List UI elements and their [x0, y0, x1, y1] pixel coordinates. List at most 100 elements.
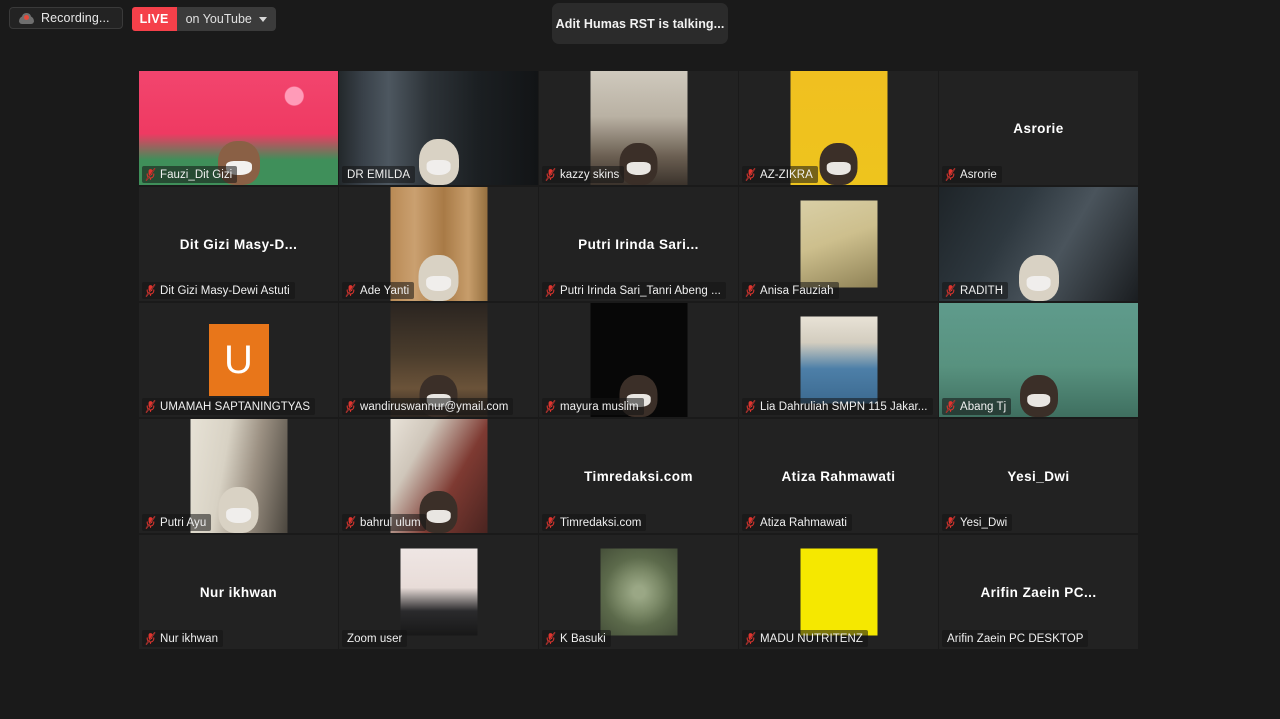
participant-gallery-grid: Fauzi_Dit Gizi DR EMILDA kazzy skins AZ-ZIK…: [139, 71, 1141, 650]
participant-name-bar: Ade Yanti: [342, 282, 414, 299]
video-frame: [600, 549, 677, 636]
mic-muted-icon: [745, 168, 756, 181]
participant-name-label: Putri Irinda Sari_Tanri Abeng ...: [560, 285, 721, 297]
participant-name-label: mayura muslim: [560, 401, 639, 413]
participant-tile[interactable]: Ade Yanti: [339, 187, 539, 301]
mic-muted-icon: [945, 516, 956, 529]
participant-tile[interactable]: DR EMILDA: [339, 71, 539, 185]
mic-muted-icon: [545, 632, 556, 645]
participant-center-name: Timredaksi.com: [539, 469, 738, 484]
participant-name-label: Lia Dahruliah SMPN 115 Jakar...: [760, 401, 928, 413]
mic-muted-icon: [145, 400, 156, 413]
participant-name-label: bahrul ulum: [360, 517, 421, 529]
participant-tile[interactable]: Timredaksi.comTimredaksi.com: [539, 419, 739, 533]
participant-tile[interactable]: RADITH: [939, 187, 1139, 301]
mic-muted-icon: [945, 400, 956, 413]
participant-name-label: Fauzi_Dit Gizi: [160, 169, 232, 181]
active-speaker-toast: Adit Humas RST is talking...: [552, 3, 728, 44]
mic-muted-icon: [745, 632, 756, 645]
participant-center-name: Arifin Zaein PC...: [939, 585, 1138, 600]
participant-name-bar: Zoom user: [342, 630, 407, 647]
participant-tile[interactable]: Lia Dahruliah SMPN 115 Jakar...: [739, 303, 939, 417]
recording-indicator-button[interactable]: Recording...: [9, 7, 123, 29]
mic-muted-icon: [345, 516, 356, 529]
video-frame: [800, 549, 877, 636]
participant-name-bar: Putri Irinda Sari_Tanri Abeng ...: [542, 282, 726, 299]
recording-label: Recording...: [41, 11, 110, 25]
participant-name-bar: K Basuki: [542, 630, 611, 647]
participant-tile[interactable]: Dit Gizi Masy-D... Dit Gizi Masy-Dewi Ast…: [139, 187, 339, 301]
participant-tile[interactable]: Nur ikhwanNur ikhwan: [139, 535, 339, 649]
participant-name-bar: Fauzi_Dit Gizi: [142, 166, 237, 183]
participant-center-name: Asrorie: [939, 121, 1138, 136]
participant-name-label: Arifin Zaein PC DESKTOP: [947, 633, 1083, 645]
participant-name-bar: Atiza Rahmawati: [742, 514, 852, 531]
participant-center-name: Atiza Rahmawati: [739, 469, 938, 484]
participant-name-label: AZ-ZIKRA: [760, 169, 813, 181]
video-frame: [800, 201, 877, 288]
participant-tile[interactable]: Putri Ayu: [139, 419, 339, 533]
participant-name-label: DR EMILDA: [347, 169, 410, 181]
participant-name-label: UMAMAH SAPTANINGTYAS: [160, 401, 310, 413]
participant-name-label: Dit Gizi Masy-Dewi Astuti: [160, 285, 290, 297]
participant-name-label: wandiruswannur@ymail.com: [360, 401, 508, 413]
active-speaker-text: Adit Humas RST is talking...: [556, 17, 725, 31]
participant-name-label: Nur ikhwan: [160, 633, 218, 645]
participant-name-label: K Basuki: [560, 633, 606, 645]
participant-tile[interactable]: Arifin Zaein PC... Arifin Zaein PC DESKTO…: [939, 535, 1139, 649]
mic-muted-icon: [945, 168, 956, 181]
participant-name-bar: RADITH: [942, 282, 1008, 299]
participant-name-bar: wandiruswannur@ymail.com: [342, 398, 513, 415]
participant-tile[interactable]: Putri Irinda Sari... Putri Irinda Sari_Ta…: [539, 187, 739, 301]
participant-tile[interactable]: Zoom user: [339, 535, 539, 649]
mic-muted-icon: [145, 632, 156, 645]
participant-name-label: Zoom user: [347, 633, 402, 645]
participant-name-bar: Dit Gizi Masy-Dewi Astuti: [142, 282, 295, 299]
participant-tile[interactable]: K Basuki: [539, 535, 739, 649]
recording-status-cluster: Recording... LIVE on YouTube: [9, 7, 276, 31]
participant-tile[interactable]: AZ-ZIKRA: [739, 71, 939, 185]
participant-name-label: Ade Yanti: [360, 285, 409, 297]
participant-name-label: MADU NUTRITENZ: [760, 633, 863, 645]
participant-name-bar: Yesi_Dwi: [942, 514, 1012, 531]
participant-tile[interactable]: mayura muslim: [539, 303, 739, 417]
participant-tile[interactable]: UUMAMAH SAPTANINGTYAS: [139, 303, 339, 417]
mic-muted-icon: [145, 516, 156, 529]
participant-name-label: kazzy skins: [560, 169, 619, 181]
participant-name-label: Abang Tj: [960, 401, 1006, 413]
participant-tile[interactable]: bahrul ulum: [339, 419, 539, 533]
participant-tile[interactable]: kazzy skins: [539, 71, 739, 185]
participant-name-bar: Putri Ayu: [142, 514, 211, 531]
mic-muted-icon: [545, 284, 556, 297]
participant-tile[interactable]: Atiza Rahmawati Atiza Rahmawati: [739, 419, 939, 533]
chevron-down-icon[interactable]: [259, 17, 267, 22]
participant-tile[interactable]: Anisa Fauziah: [739, 187, 939, 301]
meeting-topbar: Recording... LIVE on YouTube Adit Humas …: [0, 0, 1280, 44]
participant-name-label: RADITH: [960, 285, 1003, 297]
mic-muted-icon: [345, 284, 356, 297]
participant-tile[interactable]: Yesi_Dwi Yesi_Dwi: [939, 419, 1139, 533]
participant-tile[interactable]: wandiruswannur@ymail.com: [339, 303, 539, 417]
live-stream-indicator[interactable]: LIVE on YouTube: [132, 7, 276, 31]
mic-muted-icon: [345, 400, 356, 413]
participant-name-label: Atiza Rahmawati: [760, 517, 847, 529]
participant-tile[interactable]: Fauzi_Dit Gizi: [139, 71, 339, 185]
live-badge: LIVE: [132, 7, 177, 31]
participant-name-bar: kazzy skins: [542, 166, 624, 183]
participant-name-bar: Nur ikhwan: [142, 630, 223, 647]
participant-center-name: Putri Irinda Sari...: [539, 237, 738, 252]
participant-tile[interactable]: Abang Tj: [939, 303, 1139, 417]
participant-tile[interactable]: AsrorieAsrorie: [939, 71, 1139, 185]
mic-muted-icon: [545, 168, 556, 181]
participant-center-name: Dit Gizi Masy-D...: [139, 237, 338, 252]
live-destination-label: on YouTube: [186, 12, 252, 26]
video-frame: [800, 317, 877, 404]
participant-name-bar: MADU NUTRITENZ: [742, 630, 868, 647]
live-destination[interactable]: on YouTube: [177, 7, 276, 31]
participant-name-bar: Arifin Zaein PC DESKTOP: [942, 630, 1088, 647]
participant-center-name: Yesi_Dwi: [939, 469, 1138, 484]
participant-name-label: Putri Ayu: [160, 517, 206, 529]
participant-tile[interactable]: MADU NUTRITENZ: [739, 535, 939, 649]
mic-muted-icon: [145, 168, 156, 181]
participant-name-bar: UMAMAH SAPTANINGTYAS: [142, 398, 315, 415]
